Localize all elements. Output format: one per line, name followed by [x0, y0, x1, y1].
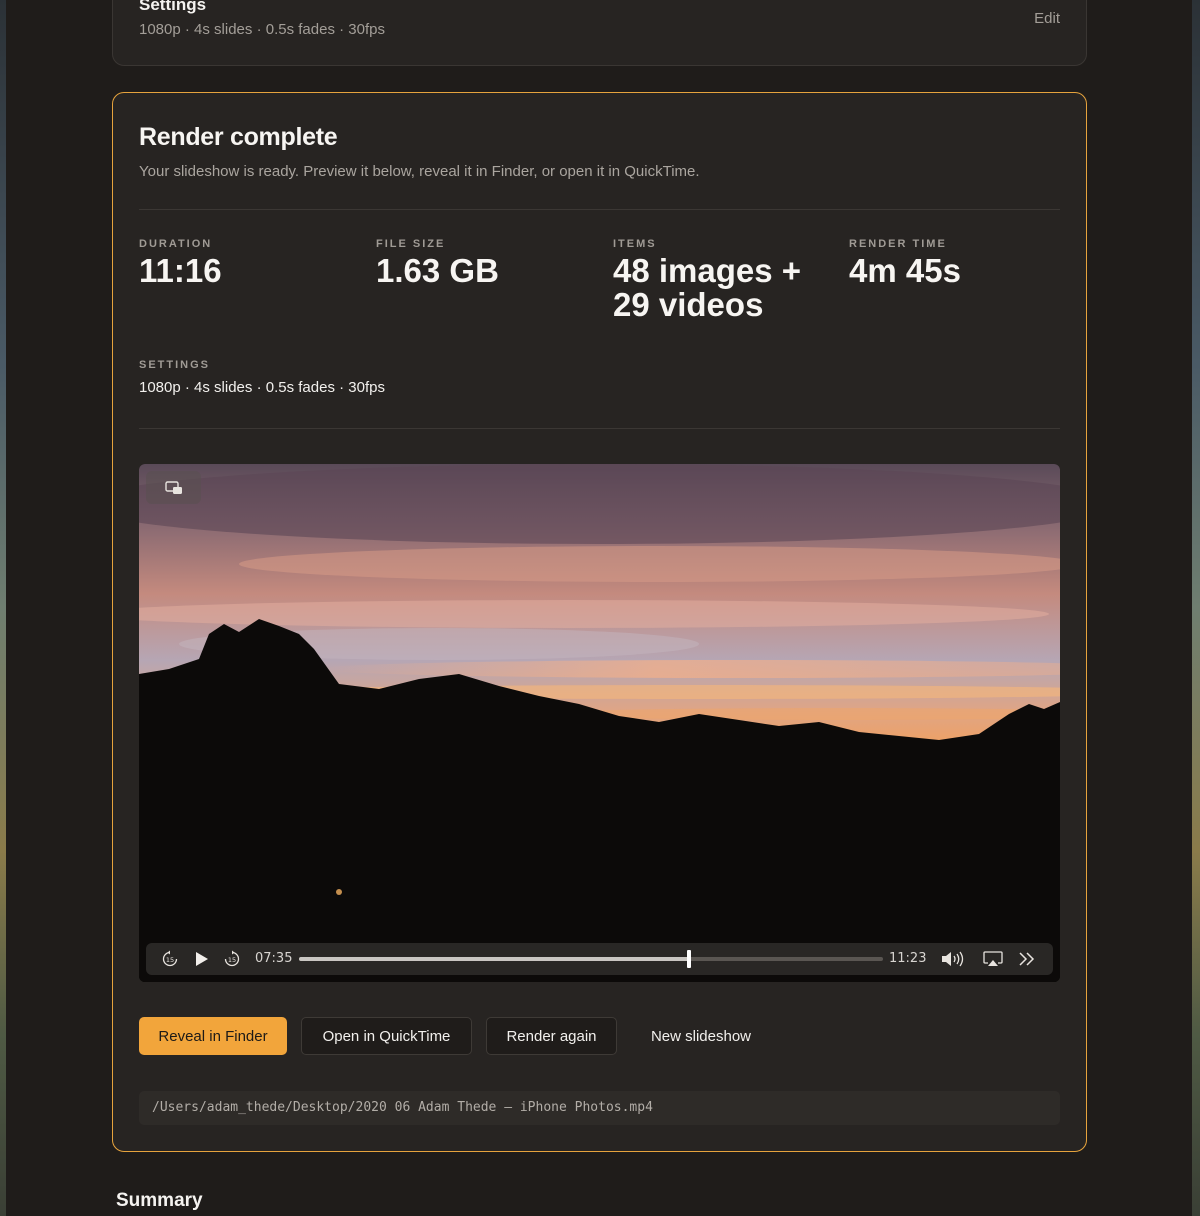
stat-value: 1.63 GB [376, 252, 499, 289]
app-window: Settings 1080p · 4s slides · 0.5s fades … [6, 0, 1192, 1216]
current-time: 07:35 [255, 951, 293, 966]
stat-label: ITEMS [613, 238, 657, 250]
picture-in-picture-button[interactable] [146, 471, 201, 504]
player-controls: 15 15 07:35 11:23 [146, 943, 1053, 975]
seek-handle[interactable] [686, 950, 691, 968]
divider [139, 209, 1060, 210]
stat-value: 11:16 [139, 252, 222, 289]
summary-heading: Summary [116, 1190, 203, 1211]
skip-back-15-icon: 15 [162, 950, 178, 967]
more-controls-button[interactable] [1014, 943, 1040, 975]
total-time: 11:23 [889, 951, 927, 966]
reveal-in-finder-button[interactable]: Reveal in Finder [139, 1017, 287, 1055]
seek-bar[interactable] [299, 950, 883, 968]
divider [139, 428, 1060, 429]
stat-value: 48 images + 29 videos [613, 252, 802, 323]
settings-summary: SETTINGS 1080p · 4s slides · 0.5s fades … [139, 359, 385, 396]
more-controls-icon [1019, 952, 1035, 966]
render-description: Your slideshow is ready. Preview it belo… [139, 163, 700, 180]
open-in-quicktime-button[interactable]: Open in QuickTime [301, 1017, 472, 1055]
airplay-icon [983, 951, 1003, 966]
new-slideshow-button[interactable]: New slideshow [631, 1017, 771, 1055]
settings-card-subtitle: 1080p · 4s slides · 0.5s fades · 30fps [139, 21, 385, 38]
play-icon [196, 952, 208, 966]
video-player[interactable]: 15 15 07:35 11:23 [139, 464, 1060, 982]
stat-render-time: RENDER TIME 4m 45s [849, 238, 961, 288]
output-file-path: /Users/adam_thede/Desktop/2020 06 Adam T… [139, 1091, 1060, 1125]
play-button[interactable] [190, 943, 214, 975]
stat-label: FILE SIZE [376, 238, 446, 250]
skip-forward-button[interactable]: 15 [220, 943, 244, 975]
skip-back-button[interactable]: 15 [158, 943, 182, 975]
seek-progress [299, 957, 689, 961]
render-title: Render complete [139, 123, 338, 151]
skip-forward-15-icon: 15 [224, 950, 240, 967]
settings-card: Settings 1080p · 4s slides · 0.5s fades … [112, 0, 1087, 66]
stat-items: ITEMS 48 images + 29 videos [613, 238, 813, 322]
volume-button[interactable] [939, 943, 969, 975]
stat-value: 4m 45s [849, 252, 961, 289]
settings-value: 1080p · 4s slides · 0.5s fades · 30fps [139, 379, 385, 396]
airplay-button[interactable] [980, 943, 1006, 975]
pip-icon [164, 480, 182, 494]
settings-edit-button[interactable]: Edit [1034, 10, 1060, 27]
video-frame-sunset [139, 464, 1060, 982]
render-complete-card: Render complete Your slideshow is ready.… [112, 92, 1087, 1152]
stat-duration: DURATION 11:16 [139, 238, 222, 288]
volume-icon [942, 951, 964, 967]
stat-label: RENDER TIME [849, 238, 947, 250]
settings-card-title: Settings [139, 0, 207, 14]
render-again-button[interactable]: Render again [486, 1017, 617, 1055]
stat-file-size: FILE SIZE 1.63 GB [376, 238, 499, 288]
svg-text:15: 15 [228, 956, 236, 964]
settings-label: SETTINGS [139, 359, 211, 371]
desktop-wallpaper-right [1192, 0, 1200, 1216]
stat-label: DURATION [139, 238, 213, 250]
svg-text:15: 15 [166, 956, 174, 964]
